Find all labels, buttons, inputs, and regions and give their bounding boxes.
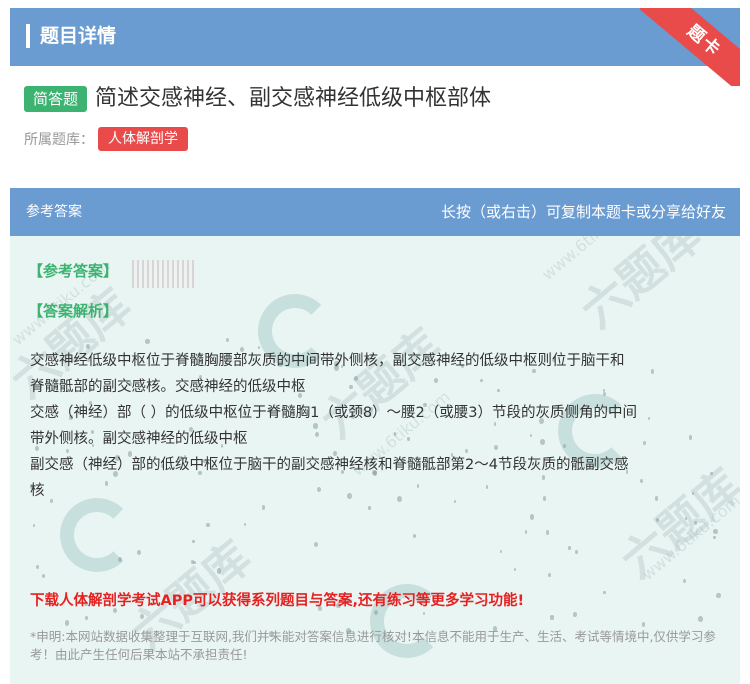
answer-image: [132, 260, 196, 288]
water-drop: [684, 516, 688, 521]
answer-header: 参考答案 长按（或右击）可复制本题卡或分享给好友: [10, 188, 740, 236]
bank-tag-link[interactable]: 人体解剖学: [98, 127, 188, 151]
analysis-text: 交感神经低级中枢位于脊髓胸腰部灰质的中间带外侧核，副交感神经的低级中枢则位于脑干…: [30, 348, 702, 504]
water-drop: [84, 615, 88, 620]
water-drop: [64, 619, 70, 626]
water-drop: [206, 522, 210, 527]
water-drop: [641, 622, 646, 627]
water-drop: [136, 550, 141, 556]
water-drop: [713, 528, 718, 535]
water-drop: [547, 572, 552, 578]
water-drop: [500, 550, 503, 554]
water-drop: [190, 559, 194, 564]
download-app-promo-link[interactable]: 下载人体解剖学考试APP可以获得系列题目与答案,还有练习等更多学习功能!: [30, 590, 524, 612]
water-drop: [412, 533, 417, 538]
water-drop: [568, 545, 571, 550]
water-drop: [573, 612, 577, 618]
water-drop: [513, 567, 516, 571]
answer-header-title: 参考答案: [26, 204, 82, 220]
question-text: 简述交感神经、副交感神经低级中枢部体: [95, 86, 492, 111]
water-drop: [545, 530, 550, 535]
detail-header: 题目详情: [10, 8, 740, 66]
water-drop: [139, 614, 144, 619]
answer-header-hint: 长按（或右击）可复制本题卡或分享给好友: [440, 203, 726, 221]
analysis-line: 副交感（神经）部的低级中枢位于脑干的副交感神经核和脊髓骶部第2～4节段灰质的骶副…: [30, 457, 629, 473]
bank-row: 所属题库： 人体解剖学: [24, 126, 188, 152]
water-drop: [261, 504, 266, 510]
water-drop: [193, 560, 196, 565]
water-drop: [716, 592, 721, 598]
water-drop: [656, 517, 660, 522]
analysis-line: 交感神经低级中枢位于脊髓胸腰部灰质的中间带外侧核，副交感神经的低级中枢则位于脑干…: [30, 353, 625, 369]
question-row: 简答题 简述交感神经、副交感神经低级中枢部体: [24, 84, 491, 114]
water-drop: [35, 564, 40, 570]
disclaimer-text: *申明:本网站数据收集整理于互联网,我们并未能对答案信息进行核对!本信息不能用于…: [30, 629, 716, 662]
water-drop: [145, 338, 150, 345]
watermark-url: www.6tiku.com: [638, 491, 740, 584]
water-drop: [529, 514, 535, 521]
water-drop: [710, 471, 713, 476]
water-drop: [368, 506, 371, 510]
header-accent-bar: [26, 24, 30, 48]
reference-answer-label: 【参考答案】: [28, 262, 119, 280]
watermark-logo-icon: [60, 498, 134, 572]
water-drop: [117, 556, 123, 563]
water-drop: [524, 529, 528, 534]
water-drop: [713, 535, 716, 540]
water-drop: [693, 520, 697, 525]
water-drop: [216, 567, 222, 574]
water-drop: [314, 542, 319, 548]
water-drop: [698, 616, 703, 622]
water-drop: [550, 615, 554, 620]
question-card: 题目详情 题卡 简答题 简述交感神经、副交感神经低级中枢部体 所属题库： 人体解…: [10, 8, 740, 158]
question-type-tag: 简答题: [24, 86, 88, 112]
water-drop: [682, 578, 686, 584]
analysis-line: 交感（神经）部（ ）的低级中枢位于脊髓胸1（或颈8）～腰2（或腰3）节段的灰质侧…: [30, 405, 638, 421]
ribbon-corner: 题卡: [640, 8, 740, 86]
analysis-line: 脊髓骶部的副交感核。交感神经的低级中枢: [30, 379, 306, 395]
analysis-line: 核: [30, 483, 45, 499]
water-drop: [575, 550, 579, 555]
ribbon-badge: 题卡: [640, 8, 740, 86]
water-drop: [41, 573, 45, 579]
water-drop: [243, 522, 246, 526]
water-drop: [225, 338, 230, 343]
water-drop: [423, 612, 426, 616]
answer-card[interactable]: 六题库 六题库 六题库 六题库 六题库 www.6tiku.com www.6t…: [10, 188, 740, 684]
water-drop: [32, 523, 35, 528]
analysis-line: 带外侧核。副交感神经的低级中枢: [30, 431, 248, 447]
water-drop: [192, 539, 195, 544]
bank-label: 所属题库：: [24, 132, 94, 148]
water-drop: [603, 590, 606, 595]
analysis-label: 【答案解析】: [28, 302, 119, 320]
page-title: 题目详情: [40, 25, 117, 47]
